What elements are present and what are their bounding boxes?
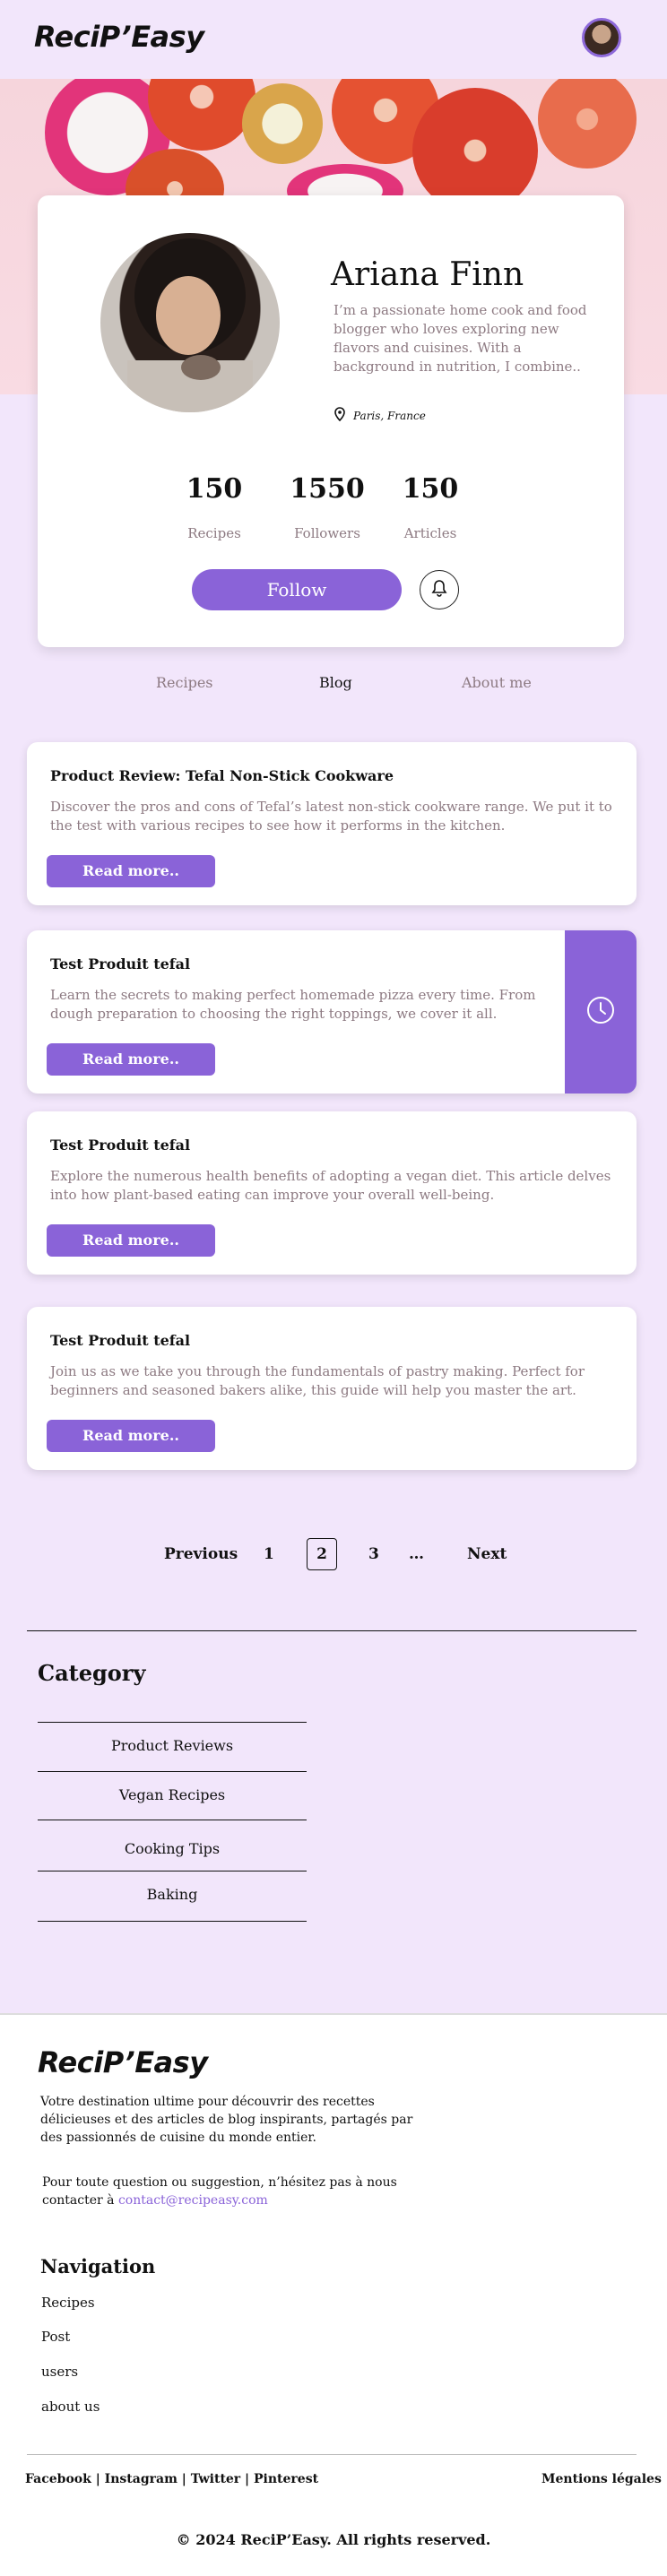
pagination-previous[interactable]: Previous [164,1545,238,1563]
footer-divider [27,2454,637,2455]
profile-bio: I’m a passionate home cook and food blog… [334,302,587,375]
read-more-button[interactable]: Read more.. [47,1043,215,1076]
footer-nav-link[interactable]: Post [41,2329,70,2345]
article-card: Product Review: Tefal Non-Stick Cookware… [27,742,637,905]
tab-blog[interactable]: Blog [319,674,352,691]
peach-image [538,79,637,169]
social-links[interactable]: Facebook | Instagram | Twitter | Pintere… [25,2472,318,2486]
article-excerpt: Learn the secrets to making perfect home… [50,987,536,1022]
article-excerpt: Discover the pros and cons of Tefal’s la… [50,799,612,834]
article-title: Test Produit tefal [50,1137,191,1154]
profile-name: Ariana Finn [331,256,524,293]
stat-articles-value: 150 [402,473,459,505]
pagination-page[interactable]: 3 [368,1545,379,1563]
divider [38,1921,307,1922]
article-excerpt: Explore the numerous health benefits of … [50,1168,611,1203]
pagination-next[interactable]: Next [467,1545,507,1563]
follow-button[interactable]: Follow [192,569,402,610]
contact-email-link[interactable]: contact@recipeasy.com [118,2193,268,2208]
stat-followers-label: Followers [294,525,360,541]
stat-recipes-value: 150 [186,473,243,505]
avatar[interactable] [582,18,621,57]
stat-recipes-label: Recipes [187,525,241,541]
category-item[interactable]: Product Reviews [38,1737,307,1754]
site-logo[interactable]: ReciP’Easy [34,20,204,54]
profile-photo [100,233,280,412]
pagination-page[interactable]: 1 [264,1545,274,1563]
footer-nav-link[interactable]: Recipes [41,2295,95,2311]
blood-orange-image [412,88,538,213]
article-card: Test Produit tefal Join us as we take yo… [27,1307,637,1470]
article-title: Product Review: Tefal Non-Stick Cookware [50,767,394,784]
category-item[interactable]: Vegan Recipes [38,1786,307,1803]
location: Paris, France [334,407,426,424]
clock-icon [585,995,616,1029]
footer-nav-link[interactable]: about us [41,2399,100,2415]
stat-followers-value: 1550 [290,473,365,505]
category-item[interactable]: Cooking Tips [38,1840,307,1857]
footer-nav-link[interactable]: users [41,2364,78,2380]
section-divider [27,1630,637,1631]
article-title: Test Produit tefal [50,955,191,972]
divider [38,1771,307,1772]
read-more-button[interactable]: Read more.. [47,855,215,887]
footer-logo[interactable]: ReciP’Easy [38,2045,208,2079]
category-title: Category [38,1660,146,1686]
card-side-action[interactable] [565,930,637,1094]
legal-link[interactable]: Mentions légales [541,2472,662,2486]
passionfruit-image [242,83,323,164]
read-more-button[interactable]: Read more.. [47,1420,215,1452]
notification-button[interactable] [420,570,459,609]
profile-card: Ariana Finn I’m a passionate home cook a… [38,195,624,647]
article-card: Test Produit tefal Learn the secrets to … [27,930,637,1094]
article-title: Test Produit tefal [50,1332,191,1349]
footer-nav-title: Navigation [40,2255,156,2278]
footer-description: Votre destination ultime pour découvrir … [40,2095,413,2145]
article-card: Test Produit tefal Explore the numerous … [27,1111,637,1275]
category-item[interactable]: Baking [38,1886,307,1903]
footer-contact: Pour toute question ou suggestion, n’hés… [42,2174,419,2209]
stat-articles-label: Articles [403,525,457,541]
pagination-ellipsis: … [409,1545,424,1563]
tab-about-me[interactable]: About me [462,674,532,691]
read-more-button[interactable]: Read more.. [47,1224,215,1257]
article-excerpt: Join us as we take you through the funda… [50,1363,585,1398]
copyright: © 2024 ReciP’Easy. All rights reserved. [176,2531,491,2548]
tab-recipes[interactable]: Recipes [156,674,213,691]
map-pin-icon [334,407,346,424]
pagination-current-page[interactable]: 2 [307,1538,337,1570]
location-text: Paris, France [353,409,426,422]
bell-icon [431,579,447,601]
divider [38,1722,307,1723]
